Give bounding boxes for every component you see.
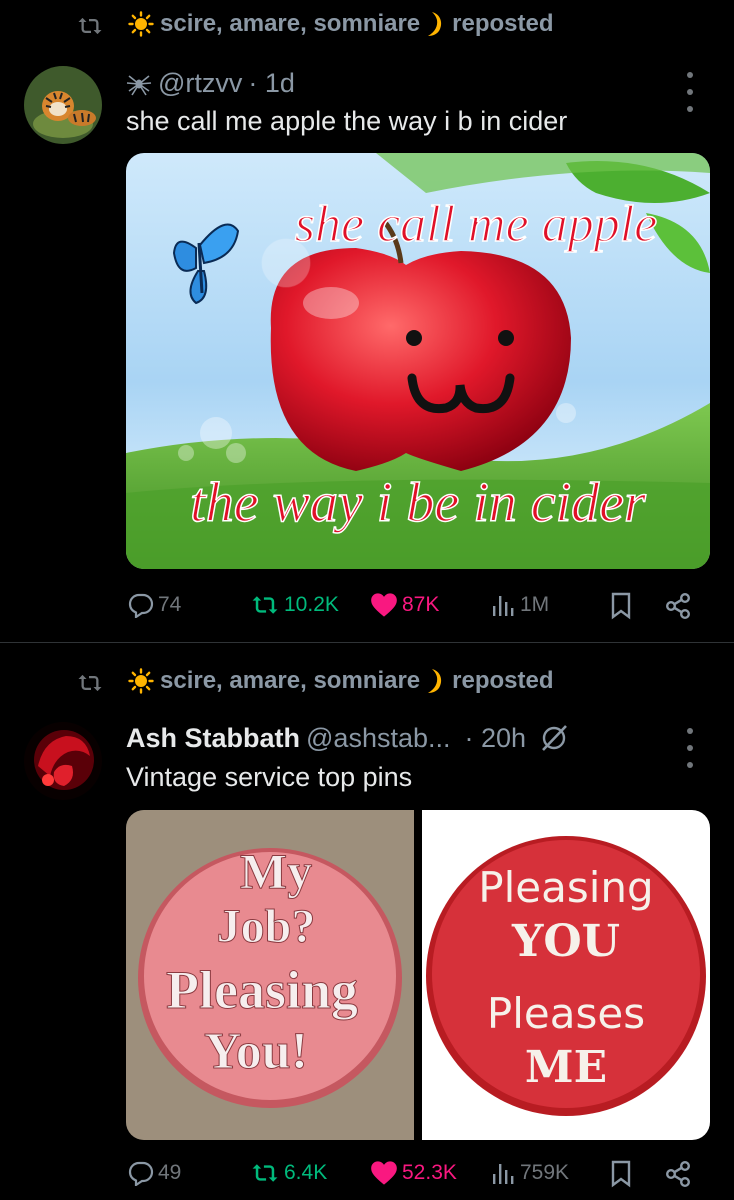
tweet-divider [0,642,734,643]
repost-button[interactable]: 10.2K [250,592,339,618]
author-handle[interactable]: @ashstab... [306,723,450,754]
pin-right-line-3: Pleases [487,989,645,1038]
tweet-image[interactable]: she call me apple the way i be in cider [126,153,710,569]
avatar[interactable] [24,722,102,800]
views-button[interactable]: 1M [490,592,549,618]
pin-right-line-2: YOU [511,916,620,967]
avatar[interactable] [24,66,102,144]
repost-header: scire, amare, somniare reposted [0,663,734,703]
bookmark-icon[interactable] [610,592,632,620]
views-button[interactable]: 759K [490,1160,569,1186]
sun-icon [128,11,154,37]
bookmark-icon[interactable] [610,1160,632,1188]
moon-icon [428,669,442,693]
reply-button[interactable]: 74 [128,592,181,618]
repost-header: scire, amare, somniare reposted [0,6,734,46]
reply-count: 74 [158,593,182,616]
more-icon[interactable] [684,728,696,768]
retweet-icon [252,596,278,614]
like-button[interactable]: 87K [370,592,439,618]
tweet-image-right[interactable]: Pleasing YOU Pleases ME [422,810,710,1140]
apple-meme-image: she call me apple the way i be in cider [126,153,710,569]
grok-icon[interactable] [538,722,570,754]
share-icon[interactable] [664,1160,692,1188]
reposted-label: reposted [452,667,554,694]
view-count: 1M [520,593,550,616]
pin-left-line-3: Pleasing [166,960,358,1020]
pin-left-line-4: You! [204,1023,308,1080]
reply-icon [128,593,154,618]
tweet-actions: 74 10.2K 87K 1M [0,588,734,624]
tweet-text: Vintage service top pins [126,762,413,792]
caption-top: she call me apple [295,196,657,253]
more-icon[interactable] [684,72,696,112]
view-count: 759K [520,1161,570,1184]
repost-count: 6.4K [284,1161,328,1184]
reply-icon [128,1161,154,1186]
like-count: 52.3K [402,1161,457,1184]
repost-count: 10.2K [284,593,339,616]
views-icon [493,596,514,616]
reposter-name[interactable]: scire, amare, somniare [160,667,420,695]
share-icon[interactable] [664,592,692,620]
reply-count: 49 [158,1161,182,1184]
views-icon [493,1164,514,1184]
repost-button[interactable]: 6.4K [250,1160,327,1186]
moon-icon [428,12,442,36]
tweet-text: she call me apple the way i b in cider [126,106,568,136]
pin-right-line-1: Pleasing [478,863,653,912]
tweet-author: @rtzvv · 1d [126,68,295,99]
reply-button[interactable]: 49 [128,1160,181,1186]
tweet-author: Ash Stabbath @ashstab... · 20h [126,722,570,754]
reposter-name[interactable]: scire, amare, somniare [160,10,420,38]
tweet-time[interactable]: · 20h [465,723,527,754]
heart-icon [371,593,397,617]
like-count: 87K [402,593,440,616]
author-display-name[interactable]: Ash Stabbath [126,723,300,754]
pin-left-line-2: Job? [217,900,316,953]
spider-icon [126,74,152,95]
retweet-icon [252,1164,278,1182]
caption-bottom: the way i be in cider [190,472,646,534]
reposted-label: reposted [452,10,554,37]
pin-left-line-1: My [240,843,312,899]
retweet-icon [78,17,102,35]
retweet-icon [78,674,102,692]
pin-right-line-4: ME [525,1042,607,1093]
tweet-image-left[interactable]: My Job? Pleasing You! [126,810,414,1140]
author-handle[interactable]: @rtzvv [158,68,242,99]
tweet-time[interactable]: · 1d [248,68,295,99]
like-button[interactable]: 52.3K [370,1160,457,1186]
tweet-actions: 49 6.4K 52.3K 759K [0,1156,734,1192]
sun-icon [128,668,154,694]
tweet-image-grid: My Job? Pleasing You! Pleasing YOU Pleas… [126,810,710,1140]
heart-icon [371,1161,397,1185]
